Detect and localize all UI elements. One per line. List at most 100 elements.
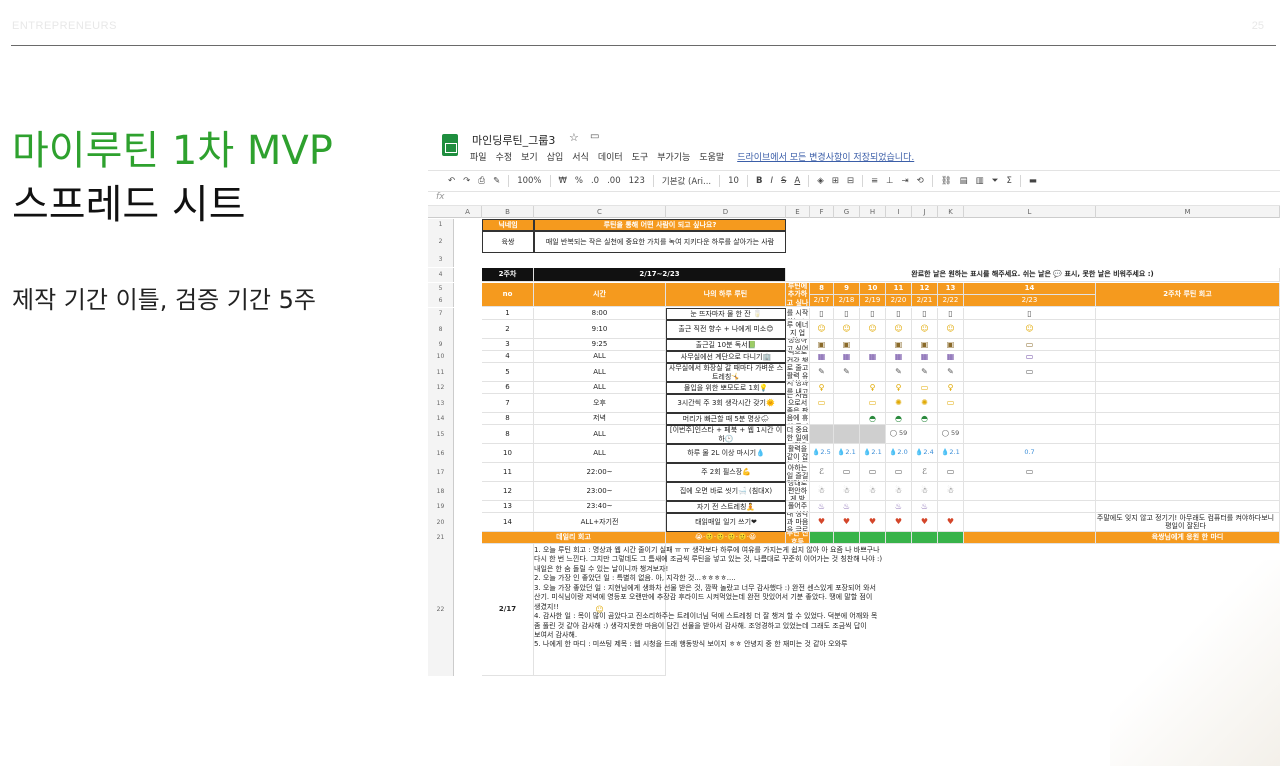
row-header[interactable]: 16 [428,444,454,463]
header-date[interactable]: 2/18 [834,295,860,307]
daily-reflection[interactable]: 1. 오늘 루틴 회고 : 명상과 웹 시간 줄이기 실패 ㅠ ㅠ 생각보다 하… [534,546,952,650]
font-size-select[interactable]: 10 [728,176,739,186]
check-mark[interactable]: ◓ [860,413,886,425]
header-review[interactable]: 2주차 루틴 회고 [1096,283,1280,307]
font-select[interactable]: 기본값 (Ari... [662,175,711,187]
column-header[interactable]: A [454,206,482,218]
check-mark[interactable] [860,501,886,513]
check-mark[interactable]: ☺ [834,320,860,339]
row-routine[interactable]: 태읽매일 일기 쓰기❤ [666,513,786,532]
week-range[interactable]: 2/17~2/23 [534,268,786,282]
check-mark[interactable]: ✺ [912,394,938,413]
borders-icon[interactable]: ⊞ [832,176,839,186]
signal-cell[interactable] [938,532,964,544]
check-mark[interactable]: ☺ [938,320,964,339]
align-icon[interactable]: ≡ [871,176,878,186]
row-time[interactable]: 23:00~ [534,482,666,501]
check-mark[interactable]: ♥ [912,513,938,532]
check-mark[interactable] [810,425,834,444]
check-mark[interactable]: ▭ [964,351,1096,363]
wrap-icon[interactable]: ⇥ [902,176,909,186]
check-mark[interactable] [860,425,886,444]
check-mark[interactable]: ☺ [886,320,912,339]
doc-title[interactable]: 마인딩루틴_그룹3 [472,132,555,148]
nickname-value[interactable]: 육쌍 [482,231,534,253]
check-mark[interactable]: 💧2.1 [860,444,886,463]
check-mark[interactable]: ▭ [860,463,886,482]
check-mark[interactable]: ☺ [810,320,834,339]
nickname-label[interactable]: 닉네임 [482,219,534,231]
row-time[interactable]: 8:00 [534,308,666,320]
check-mark[interactable]: ✺ [886,394,912,413]
daily-review-label[interactable]: 데일리 회고 [482,532,666,544]
fill-color-icon[interactable]: ◈ [817,176,824,186]
check-mark[interactable]: ♨ [834,501,860,513]
check-mark[interactable] [860,339,886,351]
folder-icon[interactable]: ▭ [590,131,599,142]
row-header[interactable]: 12 [428,382,454,394]
check-mark[interactable] [834,394,860,413]
check-mark[interactable]: 💧2.5 [810,444,834,463]
check-mark[interactable]: ▣ [912,339,938,351]
check-mark[interactable] [938,501,964,513]
link-icon[interactable]: ⛓ [941,176,952,186]
header-day[interactable]: 13 [938,283,964,295]
check-mark[interactable]: ☃ [912,482,938,501]
check-mark[interactable]: ℰ [810,463,834,482]
check-mark[interactable]: ▭ [964,339,1096,351]
row-routine[interactable]: 머리가 빠근할 때 5분 명상🌧 [666,413,786,425]
row-no[interactable]: 7 [482,394,534,413]
check-mark[interactable]: ✎ [810,363,834,382]
row-no[interactable]: 8 [482,413,534,425]
valign-icon[interactable]: ⊥ [886,176,893,186]
check-mark[interactable]: ▣ [886,339,912,351]
check-mark[interactable]: ♥ [938,513,964,532]
chart-icon[interactable]: ▥ [976,176,984,186]
row-no[interactable]: 13 [482,501,534,513]
row-routine[interactable]: 3시간씩 주 3회 생각시간 갖기🌞 [666,394,786,413]
row-time[interactable]: ALL [534,382,666,394]
row-header[interactable]: 9 [428,339,454,351]
check-mark[interactable]: ✎ [886,363,912,382]
menu-item[interactable]: 서식 [572,150,589,163]
row-time[interactable]: ALL [534,444,666,463]
row-no[interactable]: 2 [482,320,534,339]
check-mark[interactable]: ◓ [912,413,938,425]
row-header[interactable]: 10 [428,351,454,363]
strikethrough-button[interactable]: S [781,176,786,186]
check-mark[interactable]: ♀ [886,382,912,394]
header-date[interactable]: 2/19 [860,295,886,307]
check-mark[interactable] [834,413,860,425]
check-mark[interactable]: ▭ [912,382,938,394]
check-mark[interactable]: ▦ [912,351,938,363]
check-mark[interactable]: ♥ [810,513,834,532]
row-routine[interactable]: 하루 물 2L 이상 마시기💧 [666,444,786,463]
check-mark[interactable]: ▭ [810,394,834,413]
header-date[interactable]: 2/23 [964,295,1096,307]
row-review[interactable] [1096,308,1280,320]
row-header[interactable]: 4 [428,268,454,282]
menu-item[interactable]: 보기 [521,150,538,163]
row-why[interactable]: 중요한 의사결정을 하는 사람으로서 좋은 판단을 내리고 싶어서 [786,394,810,413]
row-review[interactable] [1096,394,1280,413]
check-mark[interactable]: ✎ [938,363,964,382]
check-mark[interactable] [964,501,1096,513]
signal-cell[interactable] [810,532,834,544]
mood-emojis[interactable]: 😭·🙂·🙂·🙂·🙂·😀 [666,532,786,544]
row-why[interactable]: 건강과 활력을 같이 잡는 습관 [786,444,810,463]
check-mark[interactable]: ▭ [938,394,964,413]
comment-icon[interactable]: ▤ [960,176,968,186]
row-time[interactable]: ALL+자기전 [534,513,666,532]
check-mark[interactable]: 💧2.0 [886,444,912,463]
row-why[interactable]: 뇌와 마음에 휴식 주기 [786,413,810,425]
check-mark[interactable]: ♥ [886,513,912,532]
filter-icon[interactable]: ⏷ [992,176,999,186]
row-no[interactable]: 5 [482,363,534,382]
check-mark[interactable]: ♨ [810,501,834,513]
column-header[interactable]: C [534,206,666,218]
check-mark[interactable]: ▭ [860,394,886,413]
check-mark[interactable]: ◯ 59 [886,425,912,444]
row-review[interactable] [1096,425,1280,444]
check-mark[interactable]: ▭ [886,463,912,482]
header-date[interactable]: 2/21 [912,295,938,307]
